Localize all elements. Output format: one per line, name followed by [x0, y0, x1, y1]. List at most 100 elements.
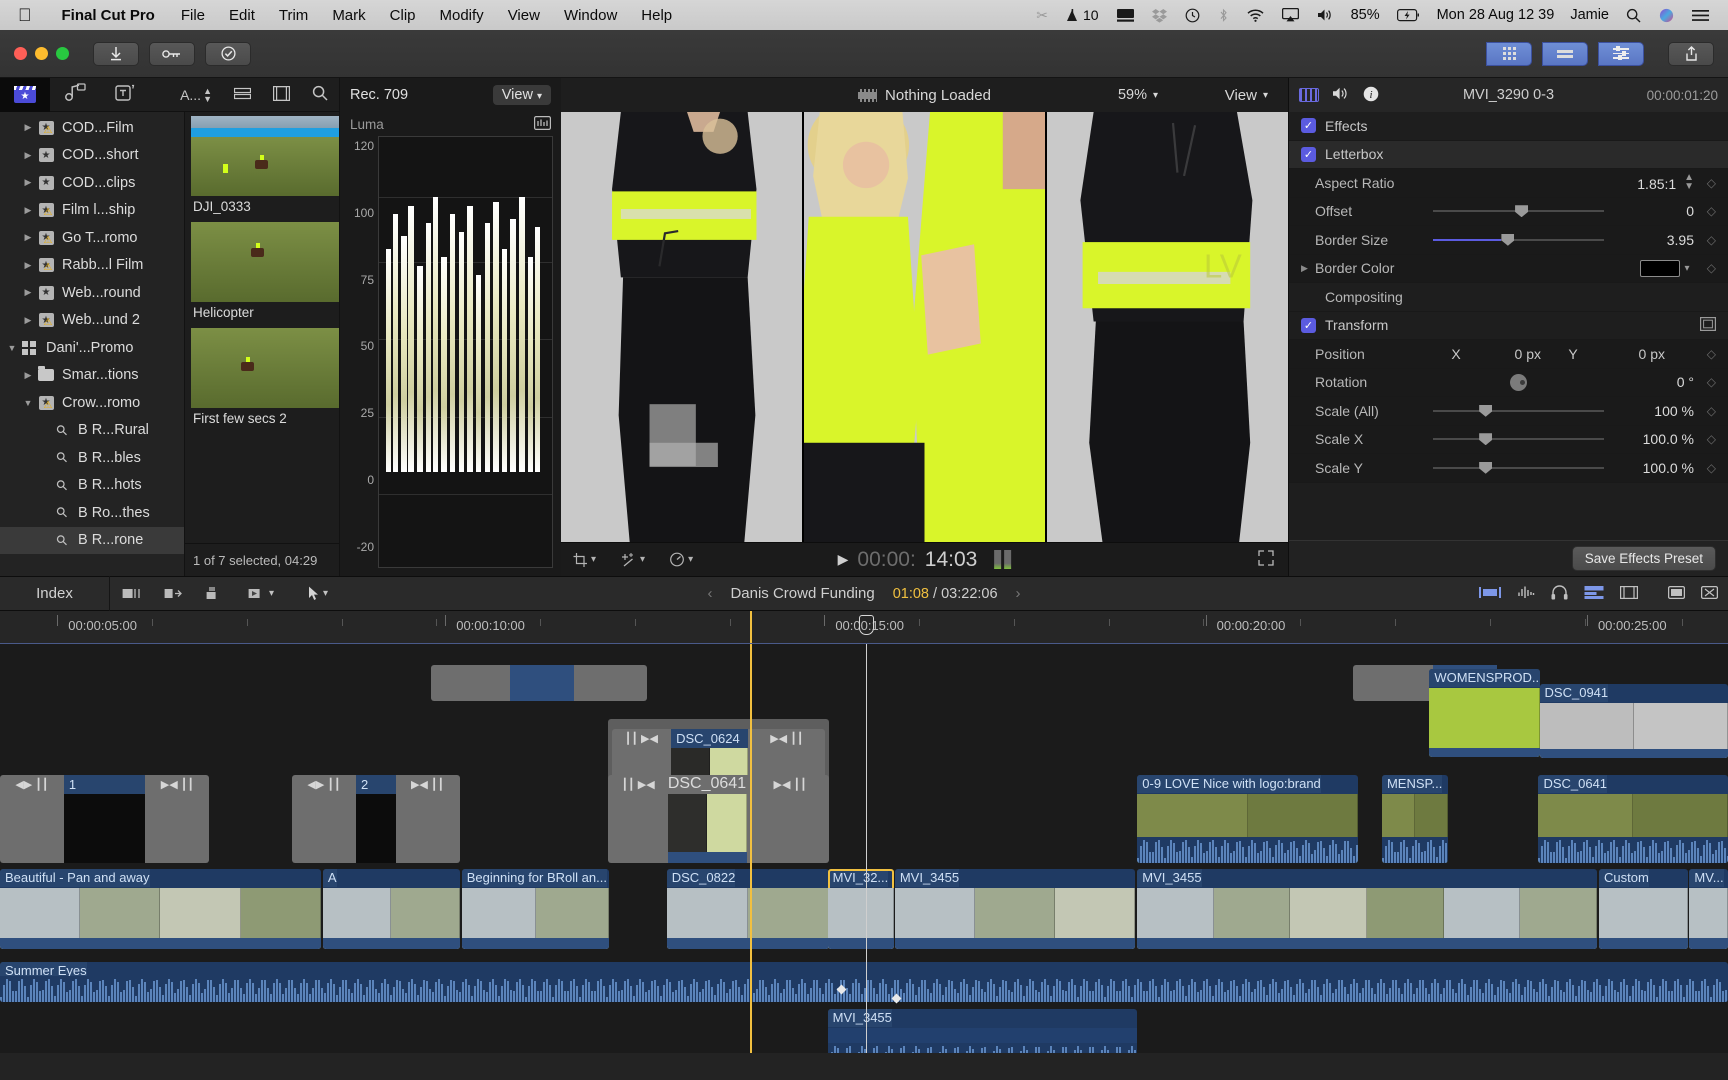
keyframe-button[interactable]: ◇ [1694, 347, 1716, 361]
parameter-slider[interactable] [1433, 233, 1604, 247]
menu-mark[interactable]: Mark [320, 7, 377, 24]
sidebar-item-1[interactable]: ▶ ★ COD...short [0, 142, 184, 170]
keyword-editor-button[interactable] [149, 41, 195, 66]
inspector-row[interactable]: ▶ Border Color ▾ ◇ [1289, 254, 1728, 283]
viewer-timecode[interactable]: ▶ 00:00: 14:03 [838, 548, 1012, 572]
connected-audio-clip[interactable]: MVI_3455 [827, 1009, 1138, 1053]
timeline-clip[interactable]: Custom [1599, 869, 1689, 949]
sidebar-item-14[interactable]: ⚲ B Ro...thes [0, 499, 184, 527]
transition-handle-right[interactable]: ▶◀ ┃┃ [396, 775, 460, 794]
y-value[interactable]: 0 px [1605, 346, 1665, 362]
browser-clip-list[interactable]: DJI_0333 Helicopter First few secs 2 [185, 112, 339, 543]
transform-onscreen-controls-icon[interactable] [1700, 316, 1717, 334]
disclosure-closed-icon[interactable]: ▶ [20, 122, 36, 133]
titles-generators-tab[interactable] [100, 78, 150, 112]
menu-edit[interactable]: Edit [217, 7, 267, 24]
share-button[interactable] [1668, 41, 1714, 66]
close-window-button[interactable] [14, 47, 27, 60]
browser-clip[interactable]: DJI_0333 [191, 116, 339, 218]
search-button[interactable] [301, 85, 339, 104]
maximize-window-button[interactable] [56, 47, 69, 60]
effects-section-header[interactable]: ✓ Effects [1289, 112, 1728, 141]
apple-logo-icon[interactable]:  [0, 6, 48, 24]
timeline-clip-segment[interactable] [430, 665, 647, 701]
play-icon[interactable]: ▶ [838, 551, 849, 568]
transition-handle-right[interactable]: ▶◀ ┃┃ [145, 775, 209, 794]
timeline-clip[interactable]: MV... [1689, 869, 1728, 949]
save-effects-preset-button[interactable]: Save Effects Preset [1571, 546, 1716, 571]
menu-trim[interactable]: Trim [267, 7, 320, 24]
parameter-value[interactable]: 0 [1616, 203, 1694, 219]
timeline-clip[interactable]: Beginning for BRoll an... [461, 869, 610, 949]
timeline-clip[interactable]: MENSP... [1381, 775, 1449, 863]
menu-help[interactable]: Help [629, 7, 684, 24]
time-machine-icon[interactable] [1176, 8, 1209, 23]
browser-clip[interactable]: Helicopter [191, 222, 339, 324]
transform-checkbox[interactable]: ✓ [1301, 317, 1316, 333]
info-inspector-tab[interactable]: i [1363, 86, 1379, 105]
skimmer[interactable] [866, 644, 868, 1053]
select-tool-menu[interactable]: ▾ [296, 586, 340, 601]
playhead[interactable] [750, 644, 753, 1053]
stepper-icon[interactable]: ▲ ▼ [1684, 173, 1694, 192]
enhancements-button[interactable]: ▾ [608, 552, 657, 567]
disclosure-open-icon[interactable]: ▼ [4, 343, 20, 353]
inspector-row[interactable]: Scale (All) 100 % ◇ [1289, 397, 1728, 426]
sidebar-item-2[interactable]: ▶ ★ COD...clips [0, 169, 184, 197]
x-value[interactable]: 0 px [1483, 346, 1541, 362]
alfred-icon[interactable]: 10 [1057, 7, 1108, 23]
keyframe-button[interactable]: ◇ [1694, 261, 1716, 275]
timeline-clip[interactable]: DSC_0822 [666, 869, 829, 949]
viewer-view-menu[interactable]: View ▾ [1225, 87, 1268, 104]
parameter-value[interactable]: 100 % [1616, 403, 1694, 419]
filmstrip-toggle-button[interactable] [1620, 585, 1638, 603]
position-xy-fields[interactable]: X 0 px Y 0 px [1433, 346, 1694, 362]
chevron-down-icon[interactable]: ▾ [1680, 263, 1694, 274]
overwrite-menu[interactable]: ▾ [236, 586, 286, 601]
libraries-tab[interactable]: ★ [0, 77, 50, 112]
clip-thumbnail[interactable] [191, 116, 339, 196]
username-label[interactable]: Jamie [1562, 7, 1617, 23]
slider-knob[interactable] [1479, 404, 1493, 417]
disclosure-closed-icon[interactable]: ▶ [1301, 263, 1312, 274]
background-tasks-button[interactable] [205, 41, 251, 66]
clip-thumbnail[interactable] [191, 222, 339, 302]
import-media-button[interactable] [93, 41, 139, 66]
wifi-icon[interactable] [1238, 9, 1273, 22]
browser-clip[interactable]: First few secs 2 [191, 328, 339, 430]
timeline-clip[interactable]: MVI_32... [827, 869, 894, 949]
inspector-row[interactable]: Scale X 100.0 % ◇ [1289, 425, 1728, 454]
menu-view[interactable]: View [496, 7, 552, 24]
battery-charging-icon[interactable] [1388, 8, 1429, 22]
disclosure-closed-icon[interactable]: ▶ [20, 232, 36, 243]
connected-clip-container[interactable]: ┃┃ ▶◀ ▶◀ ┃┃ DSC_0641 [608, 775, 829, 863]
crop-tool-button[interactable]: ▾ [561, 552, 608, 567]
skimmer-head[interactable] [859, 615, 875, 635]
airplay-icon[interactable] [1273, 8, 1308, 22]
spotlight-search-icon[interactable] [1617, 8, 1650, 23]
parameter-slider[interactable] [1433, 404, 1604, 418]
clip-thumbnail[interactable] [191, 328, 339, 408]
clip-appearance-menu[interactable]: A... ▲ ▼ [169, 86, 223, 103]
parameter-value[interactable]: 3.95 [1616, 232, 1694, 248]
minimize-window-button[interactable] [35, 47, 48, 60]
parameter-value[interactable]: 1.85:1 ▲ ▼ [1616, 173, 1694, 193]
timeline-clip[interactable]: 0-9 LOVE Nice with logo:brand [1137, 775, 1358, 863]
transition-handle-left[interactable]: ◀▶ ┃┃ [0, 775, 64, 794]
transition-handle-right[interactable]: ▶◀ ┃┃ [748, 729, 825, 748]
timeline-clip[interactable]: Beautiful - Pan and away [0, 869, 321, 949]
keyframe-button[interactable]: ◇ [1694, 461, 1716, 475]
transition-handle-left[interactable]: ┃┃ ▶◀ [608, 775, 668, 794]
bluetooth-icon[interactable] [1209, 8, 1238, 23]
library-sidebar[interactable]: ▶★COD...Film▶★COD...short▶★COD...clips▶★… [0, 112, 185, 576]
menu-modify[interactable]: Modify [428, 7, 496, 24]
window-traffic-lights[interactable] [0, 47, 69, 60]
headphones-button[interactable] [1551, 584, 1568, 603]
inspector-body[interactable]: ✓ Effects ✓ Letterbox Aspect Ratio 1.85:1… [1289, 112, 1728, 540]
control-center-icon[interactable] [1683, 9, 1718, 22]
inspector-panel-toggle[interactable] [1598, 41, 1644, 66]
parameter-value[interactable]: 100.0 % [1616, 460, 1694, 476]
numbered-clip-marker[interactable]: ◀▶ ┃┃ 1 ▶◀ ┃┃ [0, 775, 210, 863]
parameter-value[interactable]: 0 ° [1616, 374, 1694, 390]
sidebar-item-11[interactable]: ⚲ B R...Rural [0, 417, 184, 445]
